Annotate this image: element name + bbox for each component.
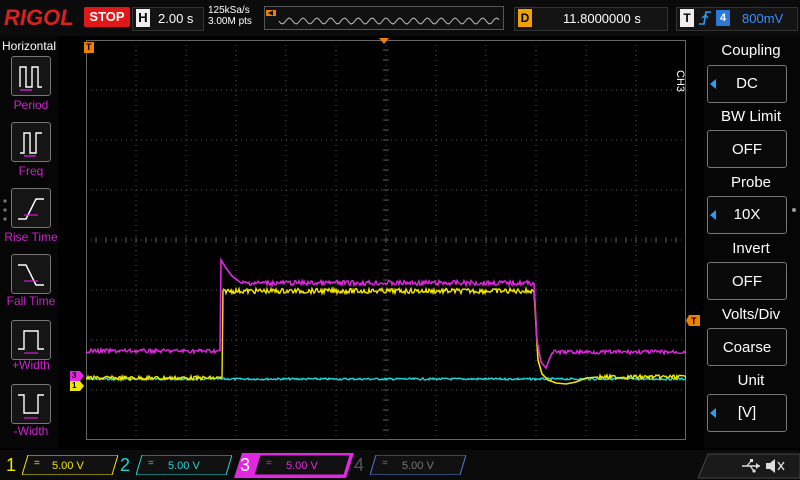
probe-value: 10X bbox=[733, 206, 761, 223]
ch3-trace bbox=[86, 346, 221, 356]
trigger-level-marker-label: T bbox=[691, 316, 697, 326]
measure-rise-time-button[interactable] bbox=[11, 188, 51, 228]
measure-period-button[interactable] bbox=[11, 56, 51, 96]
ch4-number: 4 bbox=[354, 455, 365, 475]
waveform-display[interactable] bbox=[86, 40, 686, 440]
period-icon bbox=[19, 66, 42, 91]
measure-negative-width-label: -Width bbox=[13, 424, 49, 438]
measure-freq-button[interactable] bbox=[11, 122, 51, 162]
fall-time-icon bbox=[18, 264, 44, 286]
measure-category-title: Horizontal bbox=[2, 39, 57, 53]
ch1-volts: 5.00 V bbox=[52, 460, 84, 472]
trigger-label: T bbox=[680, 9, 694, 27]
bw-limit-title: BW Limit bbox=[721, 108, 781, 125]
ch3-trace bbox=[551, 348, 686, 356]
sample-rate: 125kSa/s bbox=[208, 5, 250, 16]
ch3-number: 3 bbox=[240, 455, 251, 475]
ch1-trace bbox=[222, 285, 535, 297]
measure-period-label: Period bbox=[13, 98, 49, 112]
horizontal-center-marker bbox=[379, 38, 389, 44]
ch3-volts: 5.00 V bbox=[286, 460, 318, 472]
delay-value: 11.8000000 s bbox=[563, 11, 641, 26]
horizontal-label: H bbox=[136, 9, 150, 27]
volts-div-title: Volts/Div bbox=[721, 306, 781, 323]
ch1-coupling-icon: = bbox=[34, 458, 40, 469]
channel-menu-label: CH3 bbox=[674, 70, 686, 93]
volts-div-value: Coarse bbox=[722, 339, 772, 356]
rise-time-icon bbox=[18, 198, 44, 220]
timebase-value: 2.00 s bbox=[158, 11, 194, 26]
memory-position-bar bbox=[264, 6, 504, 30]
rigol-logo: RIGOL bbox=[4, 5, 74, 30]
ch1-trace-edge bbox=[221, 289, 224, 379]
probe-title: Probe bbox=[730, 174, 772, 191]
measure-freq-label: Freq bbox=[18, 164, 44, 178]
trigger-level: 800mV bbox=[742, 11, 784, 26]
measure-fall-time-label: Fall Time bbox=[6, 294, 56, 308]
ch2-volts: 5.00 V bbox=[168, 460, 200, 472]
ch4-coupling-icon: = bbox=[382, 458, 388, 469]
rising-edge-icon bbox=[699, 11, 711, 25]
run-stop-status[interactable]: STOP bbox=[84, 7, 130, 27]
bw-limit-value: OFF bbox=[732, 141, 762, 158]
right-panel-scroll-dot bbox=[792, 208, 796, 212]
unit-title: Unit bbox=[737, 372, 765, 389]
ch1-number: 1 bbox=[6, 455, 17, 475]
coupling-value: DC bbox=[736, 75, 758, 92]
ch3-trace-fall bbox=[533, 282, 553, 370]
delay-label: D bbox=[518, 9, 532, 27]
trigger-position-label: T bbox=[86, 42, 92, 52]
ch2-coupling-icon: = bbox=[148, 458, 154, 469]
ch3-trace bbox=[239, 278, 535, 288]
ch2-number: 2 bbox=[120, 455, 131, 475]
measure-fall-time-button[interactable] bbox=[11, 254, 51, 294]
measure-rise-time-label: Rise Time bbox=[4, 230, 58, 244]
ch4-volts: 5.00 V bbox=[402, 460, 434, 472]
measure-positive-width-button[interactable] bbox=[11, 320, 51, 360]
negative-width-icon bbox=[18, 394, 44, 419]
measure-negative-width-button[interactable] bbox=[11, 384, 51, 424]
coupling-title: Coupling bbox=[721, 42, 781, 59]
trigger-source-badge: 4 bbox=[716, 10, 730, 26]
memory-depth: 3.00M pts bbox=[208, 16, 252, 27]
invert-title: Invert bbox=[732, 240, 770, 257]
ch3-ground-marker-label: 3 bbox=[72, 371, 77, 380]
ch1-trace-fall bbox=[533, 289, 599, 385]
waveform-overview-icon bbox=[266, 10, 500, 25]
ch3-coupling-icon: = bbox=[266, 458, 272, 469]
usb-icon bbox=[742, 459, 760, 473]
speaker-muted-icon[interactable] bbox=[764, 457, 786, 475]
ch1-ground-marker-label: 1 bbox=[72, 381, 77, 390]
positive-width-icon bbox=[18, 330, 44, 354]
freq-icon bbox=[20, 132, 42, 157]
left-panel-scroll-dots bbox=[3, 199, 7, 221]
measure-positive-width-label: +Width bbox=[12, 358, 50, 372]
invert-value: OFF bbox=[732, 273, 762, 290]
unit-value: [V] bbox=[737, 404, 757, 421]
